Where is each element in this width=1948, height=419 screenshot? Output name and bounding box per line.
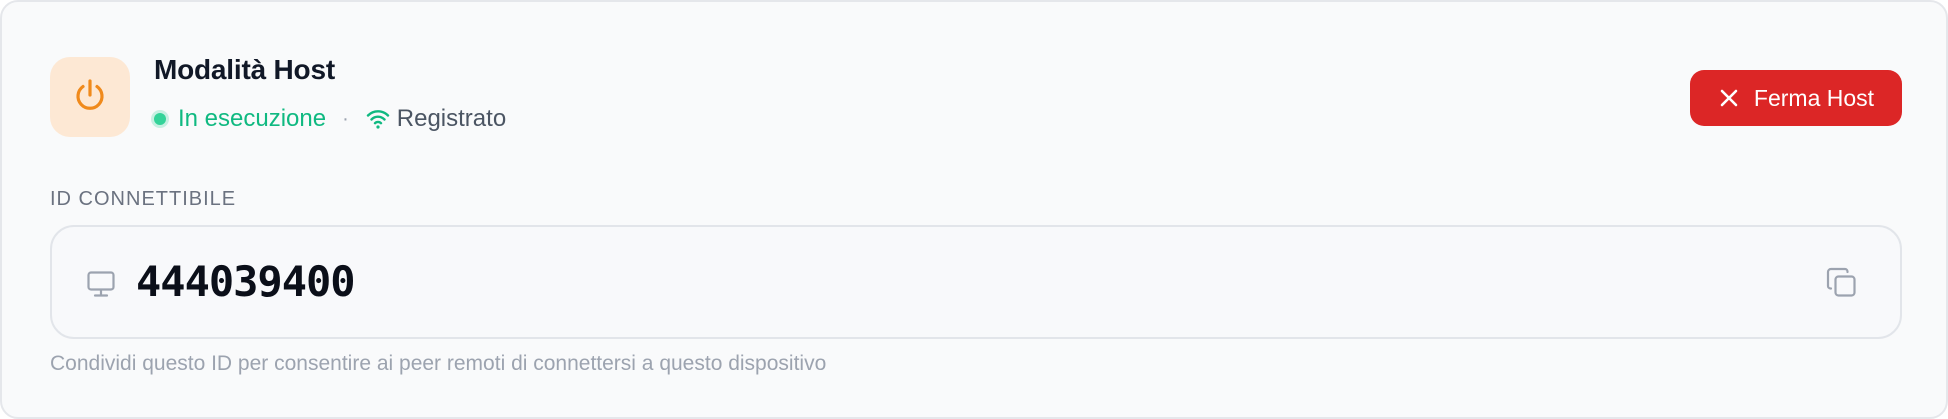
host-mode-title: Modalità Host <box>154 54 335 85</box>
power-icon <box>70 75 110 120</box>
connectable-id-value: 444039400 <box>136 257 356 306</box>
close-icon <box>1718 87 1740 109</box>
status-separator: · <box>342 107 349 130</box>
stop-host-label: Ferma Host <box>1753 84 1875 111</box>
stop-host-button[interactable]: Ferma Host <box>1690 70 1902 126</box>
host-status-row: In esecuzione · Registrato <box>154 102 506 136</box>
host-mode-card: Modalità Host In esecuzione · Registrato… <box>0 0 1948 419</box>
copy-icon[interactable] <box>1824 265 1860 301</box>
running-status: In esecuzione <box>178 105 327 132</box>
registration-status: Registrato <box>396 105 507 132</box>
power-icon-tile <box>50 57 130 137</box>
monitor-icon <box>86 269 116 299</box>
connectable-id-label: ID CONNETTIBILE <box>50 188 237 210</box>
connectable-id-field: 444039400 <box>50 225 1902 339</box>
connectable-id-hint: Condividi questo ID per consentire ai pe… <box>50 352 827 375</box>
status-dot <box>154 113 166 125</box>
wifi-icon <box>365 106 391 132</box>
